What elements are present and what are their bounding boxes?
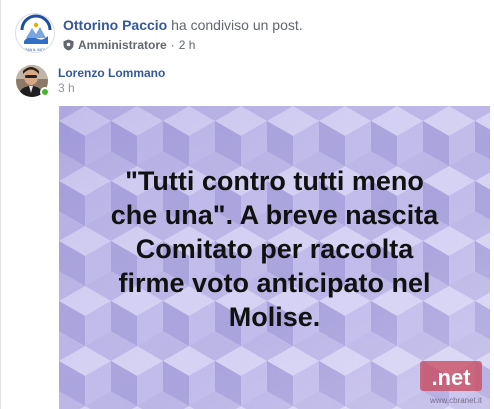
- shared-post-card: PRIMA IL MOLISE Ottorino Paccio ha condi…: [0, 0, 494, 409]
- svg-text:PRIMA IL MOLISE: PRIMA IL MOLISE: [20, 47, 53, 52]
- sharer-avatar[interactable]: PRIMA IL MOLISE: [15, 13, 55, 53]
- sharer-timestamp-link[interactable]: 2 h: [179, 38, 196, 52]
- online-status-indicator: [40, 87, 50, 97]
- sharer-name-link[interactable]: Ottorino Paccio: [63, 17, 167, 33]
- admin-badge-label: Amministratore: [78, 38, 167, 52]
- meta-separator: ·: [170, 38, 175, 52]
- watermark-logo-text: .net: [431, 365, 471, 390]
- author-name-link[interactable]: Lorenzo Lommano: [58, 66, 165, 80]
- author-timestamp-link[interactable]: 3 h: [58, 81, 75, 95]
- author-avatar[interactable]: [16, 65, 50, 97]
- prima-il-molise-logo-icon: PRIMA IL MOLISE: [17, 14, 54, 52]
- admin-shield-icon: [63, 39, 74, 51]
- post-quote-text: "Tutti contro tutti meno che una". A bre…: [110, 166, 439, 332]
- watermark-url: www.cbranet.it: [429, 396, 482, 405]
- sharer-line: Ottorino Paccio ha condiviso un post.: [63, 17, 303, 33]
- share-action-text: ha condiviso un post.: [171, 17, 303, 33]
- post-image[interactable]: "Tutti contro tutti meno che una". A bre…: [59, 106, 490, 409]
- sharer-meta: Amministratore · 2 h: [63, 38, 195, 52]
